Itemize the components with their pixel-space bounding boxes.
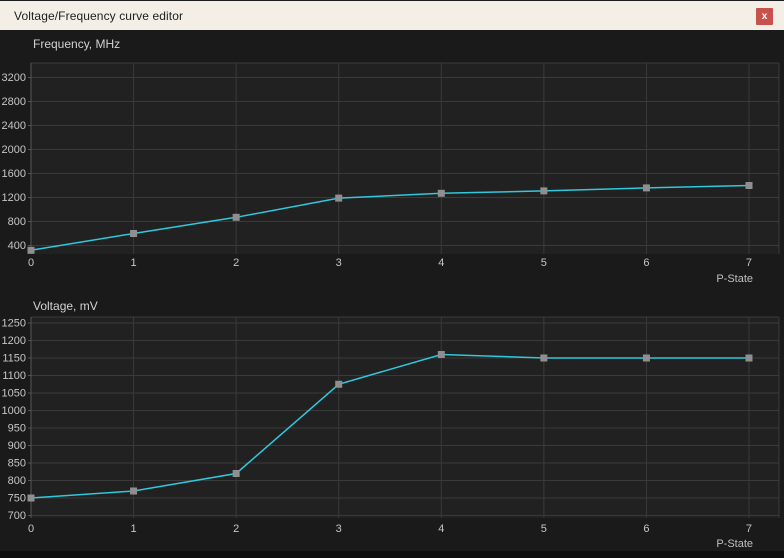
voltage-plot-area[interactable] xyxy=(31,317,779,518)
y-tick-label: 2800 xyxy=(2,96,26,108)
y-tick-label: 1200 xyxy=(2,335,26,347)
y-tick-label: 1100 xyxy=(2,370,26,382)
x-tick-label: 2 xyxy=(233,523,239,535)
x-tick-label: 4 xyxy=(438,523,444,535)
frequency-point-p3[interactable] xyxy=(335,194,343,202)
x-tick-label: 6 xyxy=(643,257,649,269)
voltage-point-p2[interactable] xyxy=(232,470,240,477)
x-tick-label: 4 xyxy=(438,257,444,269)
window-titlebar[interactable]: Voltage/Frequency curve editor x xyxy=(0,0,784,30)
frequency-point-p6[interactable] xyxy=(642,184,650,192)
frequency-chart-title: Frequency, MHz xyxy=(33,37,120,51)
y-tick-label: 950 xyxy=(8,423,26,435)
y-tick-label: 850 xyxy=(8,458,26,470)
x-tick-label: 3 xyxy=(336,257,342,269)
x-tick-label: 0 xyxy=(28,257,34,269)
voltage-point-p1[interactable] xyxy=(130,487,138,495)
frequency-point-p5[interactable] xyxy=(540,187,548,195)
vf-curve-editor-window: Voltage/Frequency curve editor x 400 800 1… xyxy=(0,0,784,558)
y-tick-label: 1600 xyxy=(2,168,26,180)
frequency-point-p4[interactable] xyxy=(437,189,445,197)
x-tick-label: 7 xyxy=(746,257,752,269)
y-tick-label: 1150 xyxy=(2,353,26,365)
y-tick-label: 1250 xyxy=(2,318,26,330)
y-tick-label: 1200 xyxy=(2,192,26,204)
voltage-point-p4[interactable] xyxy=(437,351,445,358)
y-tick-label: 1050 xyxy=(2,388,26,400)
y-tick-label: 3200 xyxy=(2,72,26,84)
voltage-chart: 7007508008509009501000105011001150120012… xyxy=(2,299,780,550)
x-tick-label: 7 xyxy=(746,523,752,535)
y-tick-label: 800 xyxy=(8,216,26,228)
voltage-xaxis-label: P-State xyxy=(716,538,753,550)
charts-canvas: 4008001200160020002400280032000 1 2 3 4 5 6 7Fr… xyxy=(2,37,780,550)
x-tick-label: 5 xyxy=(541,523,547,535)
frequency-point-p1[interactable] xyxy=(130,230,138,237)
frequency-plot-area[interactable] xyxy=(31,63,779,254)
x-tick-label: 1 xyxy=(131,257,137,269)
frequency-point-p7[interactable] xyxy=(745,182,753,189)
x-tick-label: 6 xyxy=(643,523,649,535)
y-tick-label: 400 xyxy=(8,240,26,252)
frequency-point-p0[interactable] xyxy=(27,246,35,254)
x-tick-label: 2 xyxy=(233,257,239,269)
voltage-point-p7[interactable] xyxy=(745,354,753,362)
frequency-chart: 400 800 1200 1600 2000 2400 2800 3200 0 1 2 3 4 5 6 7 Fr… xyxy=(2,37,780,285)
x-tick-label: 5 xyxy=(541,257,547,269)
y-tick-label: 700 xyxy=(8,510,26,522)
y-tick-label: 900 xyxy=(8,440,26,452)
frequency-xaxis-label: P-State xyxy=(716,273,753,285)
y-tick-label: 2400 xyxy=(2,120,26,132)
voltage-chart-title: Voltage, mV xyxy=(33,299,98,313)
y-tick-label: 2000 xyxy=(2,144,26,156)
voltage-point-p5[interactable] xyxy=(540,354,548,362)
x-tick-label: 1 xyxy=(131,523,137,535)
voltage-point-p3[interactable] xyxy=(335,380,343,388)
voltage-point-p0[interactable] xyxy=(27,494,35,502)
close-button[interactable]: x xyxy=(756,8,773,25)
y-tick-label: 750 xyxy=(8,493,26,505)
window-title: Voltage/Frequency curve editor xyxy=(14,8,184,23)
window-bottom-border xyxy=(0,551,784,558)
voltage-point-p6[interactable] xyxy=(642,354,650,362)
frequency-point-p2[interactable] xyxy=(232,213,240,221)
x-tick-label: 3 xyxy=(336,523,342,535)
x-tick-label: 0 xyxy=(28,523,34,535)
y-tick-label: 800 xyxy=(8,475,26,487)
y-tick-label: 1000 xyxy=(2,405,26,417)
